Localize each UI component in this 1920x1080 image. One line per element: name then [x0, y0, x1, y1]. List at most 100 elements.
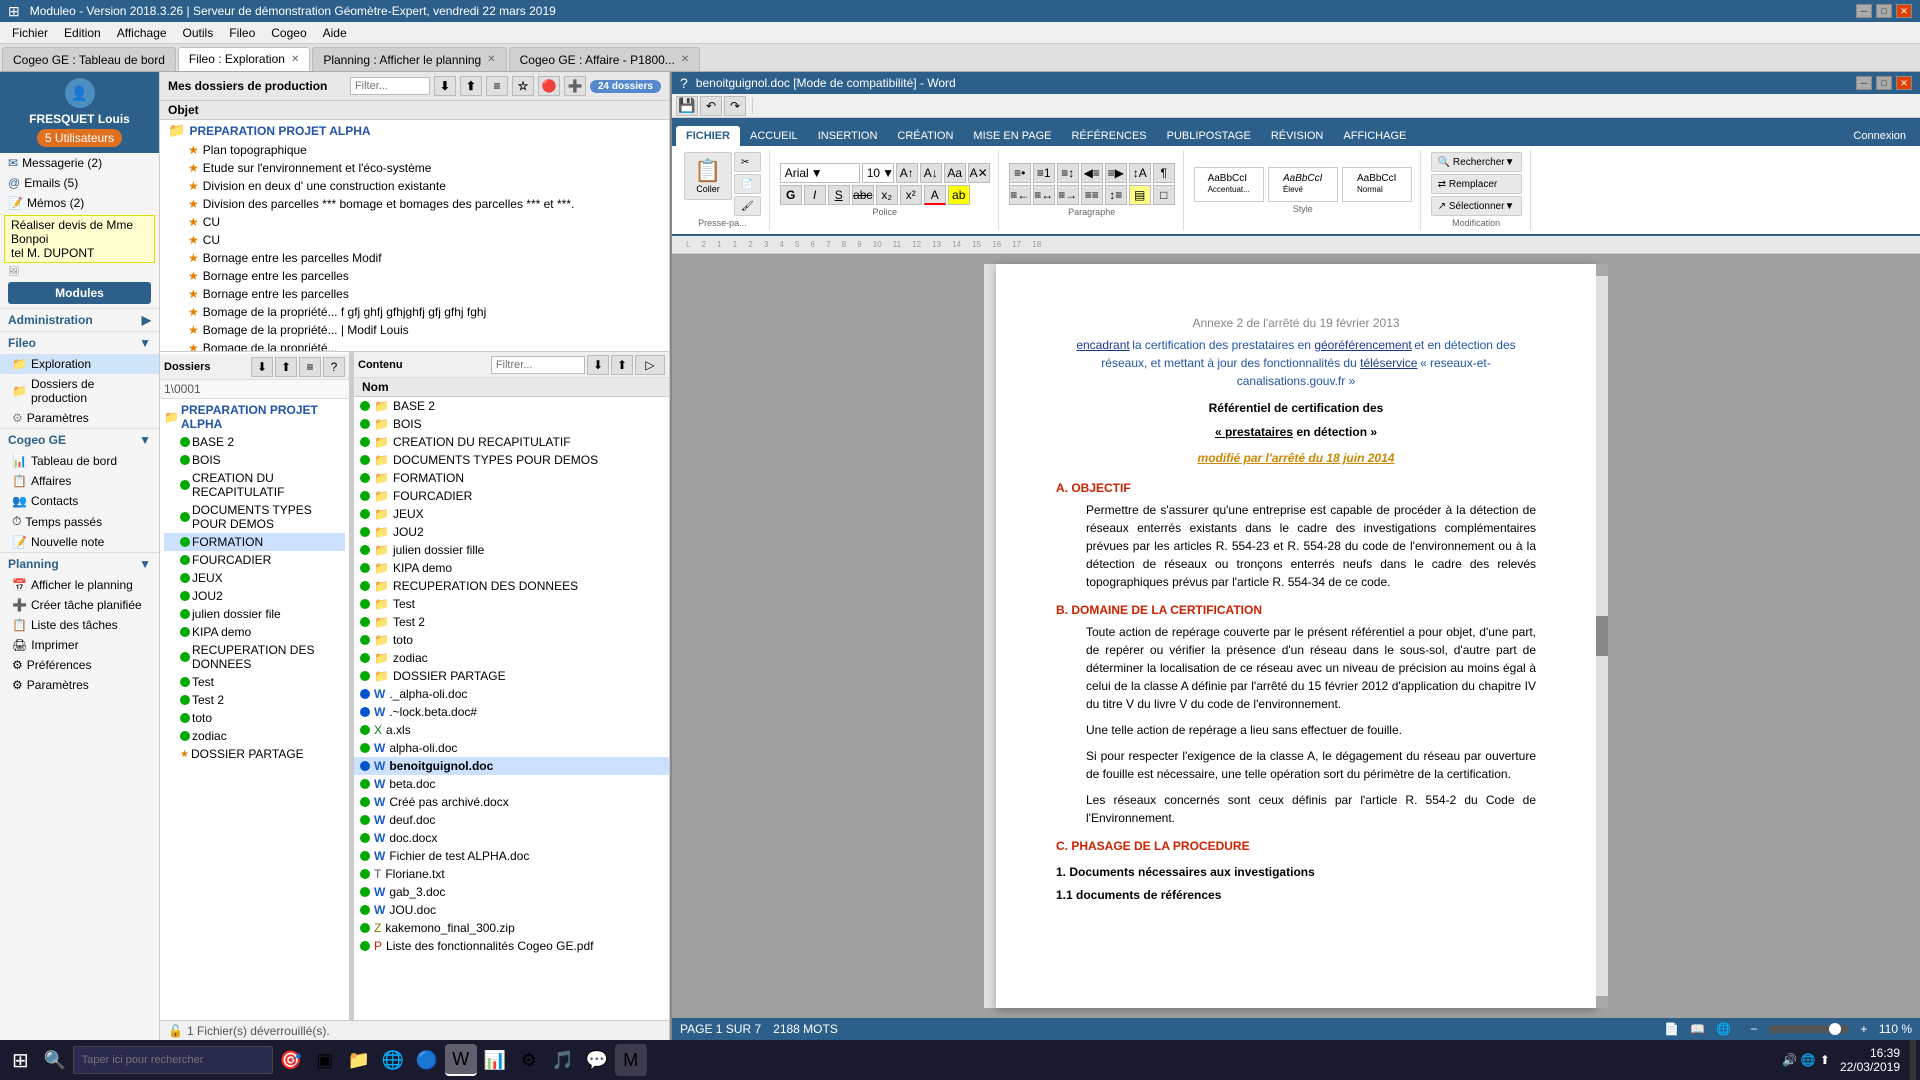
sort-btn[interactable]: ↕A — [1129, 163, 1151, 183]
taskbar-chrome[interactable]: 🔵 — [411, 1044, 443, 1076]
sidebar-item-affaires[interactable]: 📋 Affaires — [0, 471, 159, 491]
taskbar-moduleo[interactable]: M — [615, 1044, 647, 1076]
add-btn[interactable]: ➕ — [564, 76, 586, 96]
view-normal-btn[interactable]: 📄 — [1661, 1019, 1683, 1039]
border-btn[interactable]: □ — [1153, 185, 1175, 205]
copy-button[interactable]: 📄 — [734, 174, 761, 194]
scroll-right[interactable] — [1596, 264, 1608, 1008]
sidebar-section-fileo[interactable]: Fileo ▼ — [0, 331, 159, 354]
taskbar-edge[interactable]: 🌐 — [377, 1044, 409, 1076]
tree-item[interactable]: BASE 2 — [164, 433, 345, 451]
sidebar-item-afficher-planning[interactable]: 📅 Afficher le planning — [0, 575, 159, 595]
paintbrush-button[interactable]: 🖌 — [734, 196, 761, 216]
taskbar-app5[interactable]: 💬 — [581, 1044, 613, 1076]
word-minimize[interactable]: ─ — [1856, 76, 1872, 90]
utilisateurs-badge[interactable]: 5 Utilisateurs — [37, 129, 122, 147]
list-item[interactable]: ★ Bornage entre les parcelles — [160, 267, 669, 285]
view-read-btn[interactable]: 📖 — [1687, 1019, 1709, 1039]
content-item[interactable]: 📁 FORMATION — [354, 469, 669, 487]
list-item[interactable]: ★ Etude sur l'environnement et l'éco-sys… — [160, 159, 669, 177]
star-view-btn[interactable]: ☆ — [512, 76, 534, 96]
refresh-btn[interactable]: 🔴 — [538, 76, 560, 96]
sidebar-item-dossiers-production[interactable]: 📁 Dossiers de production — [0, 374, 159, 408]
font-color-btn[interactable]: A — [924, 185, 946, 205]
scroll-thumb[interactable] — [1596, 616, 1608, 656]
content-item[interactable]: W deuf.doc — [354, 811, 669, 829]
menu-cogeo[interactable]: Cogeo — [263, 24, 314, 42]
content-item[interactable]: W ._alpha-oli.doc — [354, 685, 669, 703]
sort-down-btn[interactable]: ⬇ — [434, 76, 456, 96]
sidebar-item-parametres-planning[interactable]: ⚙ Paramètres — [0, 675, 159, 695]
font-size-dropdown[interactable]: 10 ▼ — [862, 163, 894, 183]
tree-item[interactable]: FOURCADIER — [164, 551, 345, 569]
sidebar-section-cogeo[interactable]: Cogeo GE ▼ — [0, 428, 159, 451]
sidebar-item-exploration[interactable]: 📁 Exploration — [0, 354, 159, 374]
list-item[interactable]: ★ Bornage entre les parcelles — [160, 285, 669, 303]
tab-cogeo-affaire[interactable]: Cogeo GE : Affaire - P1800... ✕ — [509, 47, 701, 71]
decrease-indent[interactable]: ◀≡ — [1081, 163, 1103, 183]
sidebar-item-creer-tache[interactable]: ➕ Créer tâche planifiée — [0, 595, 159, 615]
content-item[interactable]: 📁 julien dossier fille — [354, 541, 669, 559]
paste-button[interactable]: 📋 Coller — [684, 152, 732, 200]
minimize-button[interactable]: ─ — [1856, 4, 1872, 18]
taskbar-app2[interactable]: 📊 — [479, 1044, 511, 1076]
align-left[interactable]: ≡← — [1009, 185, 1031, 205]
font-grow[interactable]: A↑ — [896, 163, 918, 183]
word-tab-insertion[interactable]: INSERTION — [808, 126, 888, 146]
folder-list-view[interactable]: ≡ — [299, 357, 321, 377]
content-item[interactable]: 📁 BASE 2 — [354, 397, 669, 415]
sidebar-item-nouvelle-note[interactable]: 📝 Nouvelle note — [0, 532, 159, 552]
zoom-in-btn[interactable]: + — [1853, 1019, 1875, 1039]
start-button[interactable]: ⊞ — [4, 1044, 37, 1077]
content-sort-down[interactable]: ⬇ — [587, 355, 609, 375]
content-item[interactable]: 📁 RECUPERATION DES DONNEES — [354, 577, 669, 595]
tree-item[interactable]: RECUPERATION DES DONNEES — [164, 641, 345, 673]
tree-root[interactable]: 📁 PREPARATION PROJET ALPHA — [164, 401, 345, 433]
content-item[interactable]: 📁 zodiac — [354, 649, 669, 667]
font-family-dropdown[interactable]: Arial ▼ — [780, 163, 860, 183]
tree-item[interactable]: KIPA demo — [164, 623, 345, 641]
tree-item[interactable]: JEUX — [164, 569, 345, 587]
word-close[interactable]: ✕ — [1896, 76, 1912, 90]
word-tab-accueil[interactable]: ACCUEIL — [740, 126, 808, 146]
sidebar-item-temps-passes[interactable]: ⏱ Temps passés — [0, 511, 159, 532]
zoom-slider[interactable] — [1769, 1025, 1849, 1033]
multilevel-btn[interactable]: ≡↕ — [1057, 163, 1079, 183]
strikethrough-button[interactable]: abc — [852, 185, 874, 205]
selectionner-btn[interactable]: ↗ Sélectionner▼ — [1431, 196, 1522, 216]
numbering-btn[interactable]: ≡1 — [1033, 163, 1055, 183]
content-item[interactable]: W .~lock.beta.doc# — [354, 703, 669, 721]
menu-outils[interactable]: Outils — [175, 24, 222, 42]
list-item[interactable]: ★ Bomage de la propriété... | Modif Loui… — [160, 321, 669, 339]
menu-fileo[interactable]: Fileo — [221, 24, 263, 42]
font-case[interactable]: Aa — [944, 163, 966, 183]
increase-indent[interactable]: ≡▶ — [1105, 163, 1127, 183]
content-item[interactable]: 📁 JOU2 — [354, 523, 669, 541]
content-extra-btn[interactable]: ▷ — [635, 355, 665, 375]
cut-button[interactable]: ✂ — [734, 152, 761, 172]
word-tab-affichage[interactable]: AFFICHAGE — [1333, 126, 1416, 146]
tree-item[interactable]: Test 2 — [164, 691, 345, 709]
dossiers-filter[interactable] — [350, 77, 430, 95]
content-item[interactable]: W Créé pas archivé.docx — [354, 793, 669, 811]
taskbar-app3[interactable]: ⚙ — [513, 1044, 545, 1076]
sidebar-section-planning[interactable]: Planning ▼ — [0, 552, 159, 575]
list-view-btn[interactable]: ≡ — [486, 76, 508, 96]
tree-item-dossier-partage[interactable]: ★ DOSSIER PARTAGE — [164, 745, 345, 763]
maximize-button[interactable]: □ — [1876, 4, 1892, 18]
sidebar-item-imprimer[interactable]: 🖨 Imprimer — [0, 635, 159, 655]
shading-btn[interactable]: ▤ — [1129, 185, 1151, 205]
content-item-benoitguignol[interactable]: W benoitguignol.doc — [354, 757, 669, 775]
sidebar-item-liste-taches[interactable]: 📋 Liste des tâches — [0, 615, 159, 635]
content-item[interactable]: 📁 CREATION DU RECAPITULATIF — [354, 433, 669, 451]
word-tab-publipostage[interactable]: PUBLIPOSTAGE — [1157, 126, 1261, 146]
scroll-up-arrow[interactable] — [1596, 264, 1608, 276]
word-maximize[interactable]: □ — [1876, 76, 1892, 90]
redo-quick[interactable]: ↷ — [724, 96, 746, 116]
sort-up-btn[interactable]: ⬆ — [460, 76, 482, 96]
sidebar-item-parametres-fileo[interactable]: ⚙ Paramètres — [0, 408, 159, 428]
tab-close-affaire[interactable]: ✕ — [681, 54, 689, 65]
content-item[interactable]: W gab_3.doc — [354, 883, 669, 901]
italic-button[interactable]: I — [804, 185, 826, 205]
bullets-btn[interactable]: ≡• — [1009, 163, 1031, 183]
